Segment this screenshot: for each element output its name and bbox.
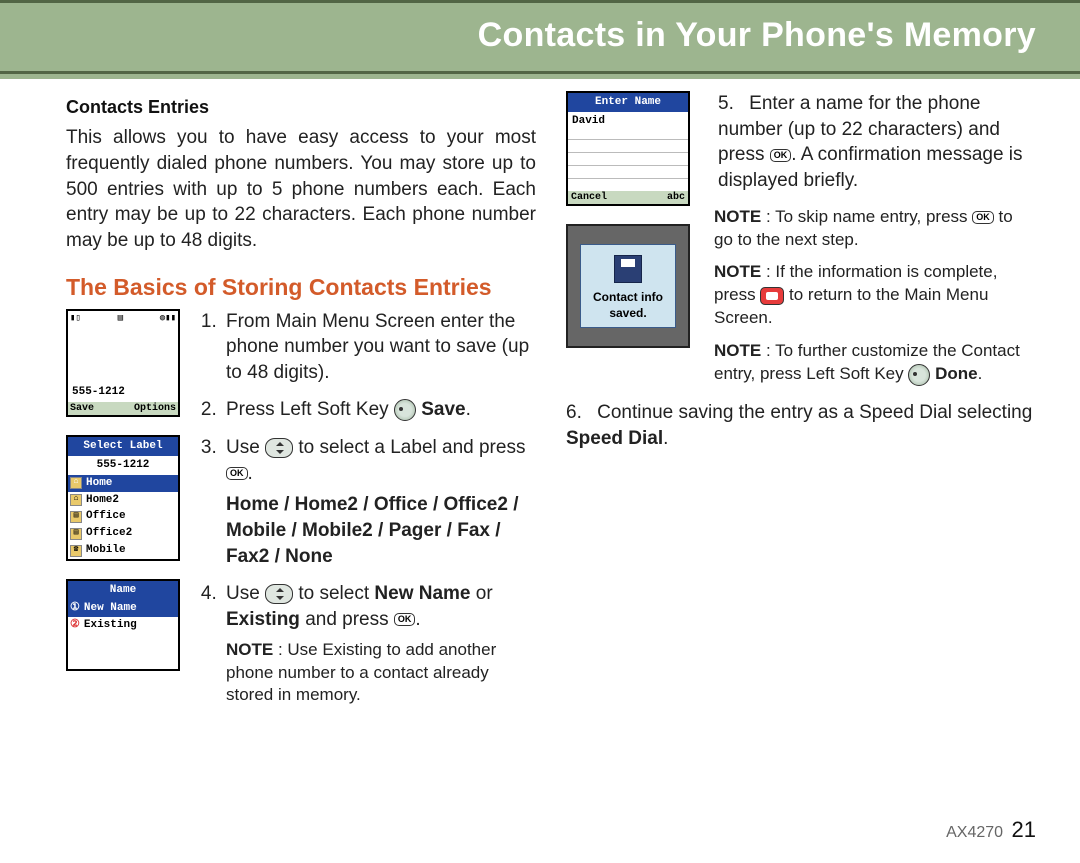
list-item: ☎Mobile [68, 542, 178, 559]
nav-key-icon [265, 584, 293, 604]
left-softkey-icon [394, 399, 416, 421]
page-title: Contacts in Your Phone's Memory [478, 13, 1036, 59]
screen-title: Enter Name [568, 93, 688, 112]
manual-page: Contacts in Your Phone's Memory Contacts… [0, 0, 1080, 863]
header-rule [0, 71, 1080, 74]
floppy-icon [614, 255, 642, 283]
screen-subnumber: 555-1212 [68, 456, 178, 475]
note-1: NOTE : To skip name entry, press OK to g… [714, 206, 1036, 252]
ok-key-icon: OK [972, 211, 994, 224]
page-number: 21 [1012, 817, 1036, 842]
list-item: ▤Office2 [68, 525, 178, 542]
step-4: Use to select New Name or Existing and p… [222, 581, 536, 707]
right-top-text: Enter a name for the phone number (up to… [714, 91, 1036, 386]
phone-screen-enter-name: Enter Name David Cancel abc [566, 91, 690, 206]
list-item: ⌂Home2 [68, 492, 178, 509]
label-options: Home / Home2 / Office / Office2 / Mobile… [226, 492, 536, 569]
end-key-icon [760, 287, 784, 305]
list-item: ②Existing [68, 617, 178, 634]
phone-screen-saved: Contact info saved. [566, 224, 690, 348]
left-steps-text: From Main Menu Screen enter the phone nu… [200, 309, 536, 720]
note-2: NOTE : If the information is complete, p… [714, 261, 1036, 330]
list-item: ①New Name [68, 600, 178, 617]
note-step4: NOTE : Use Existing to add another phone… [226, 639, 536, 708]
softkey-right: Options [134, 402, 176, 416]
ok-key-icon: OK [770, 149, 792, 162]
step-6: Continue saving the entry as a Speed Dia… [566, 400, 1036, 451]
page-header: Contacts in Your Phone's Memory [0, 0, 1080, 79]
status-bar: ▮▯▤◍▮▮ [68, 311, 178, 325]
note-3: NOTE : To further customize the Contact … [714, 340, 1036, 386]
ok-key-icon: OK [394, 613, 416, 626]
model-number: AX4270 [946, 824, 1003, 841]
ordered-steps-bottom: Continue saving the entry as a Speed Dia… [566, 400, 1036, 451]
ordered-steps: From Main Menu Screen enter the phone nu… [200, 309, 536, 708]
step-3: Use to select a Label and press OK. Home… [222, 435, 536, 569]
ok-key-icon: OK [226, 467, 248, 480]
right-screenshots: Enter Name David Cancel abc [566, 91, 696, 386]
phone-screen-select-label: Select Label 555-1212 ⌂Home ⌂Home2 ▤Offi… [66, 435, 180, 561]
softkey-left: Cancel [571, 191, 607, 205]
left-screenshots: ▮▯▤◍▮▮ 555-1212 Save Options Select Labe… [66, 309, 186, 720]
softkey-right: abc [667, 191, 685, 205]
phone-screen-name: Name ①New Name ②Existing [66, 579, 180, 672]
content-columns: Contacts Entries This allows you to have… [0, 79, 1080, 719]
step-2: Press Left Soft Key Save. [222, 397, 536, 423]
ordered-steps-right: Enter a name for the phone number (up to… [714, 91, 1036, 194]
subsection-title: Contacts Entries [66, 95, 536, 119]
left-column: Contacts Entries This allows you to have… [66, 91, 536, 719]
right-column: Enter Name David Cancel abc [566, 91, 1036, 719]
dial-number: 555-1212 [68, 383, 178, 402]
step-5: Enter a name for the phone number (up to… [714, 91, 1036, 194]
steps-area-left: ▮▯▤◍▮▮ 555-1212 Save Options Select Labe… [66, 309, 536, 720]
page-footer: AX4270 21 [946, 815, 1036, 845]
screen-title: Select Label [68, 437, 178, 456]
phone-screen-dial: ▮▯▤◍▮▮ 555-1212 Save Options [66, 309, 180, 417]
softkey-left: Save [70, 402, 94, 416]
saved-dialog: Contact info saved. [580, 244, 676, 328]
right-top-row: Enter Name David Cancel abc [566, 91, 1036, 386]
screen-title: Name [68, 581, 178, 600]
list-item: ⌂Home [68, 475, 178, 492]
left-softkey-icon [908, 364, 930, 386]
list-item: ▤Office [68, 508, 178, 525]
section-title-basics: The Basics of Storing Contacts Entries [66, 272, 536, 303]
step-1: From Main Menu Screen enter the phone nu… [222, 309, 536, 386]
nav-key-icon [265, 438, 293, 458]
intro-paragraph: This allows you to have easy access to y… [66, 125, 536, 253]
entered-value: David [568, 112, 688, 131]
